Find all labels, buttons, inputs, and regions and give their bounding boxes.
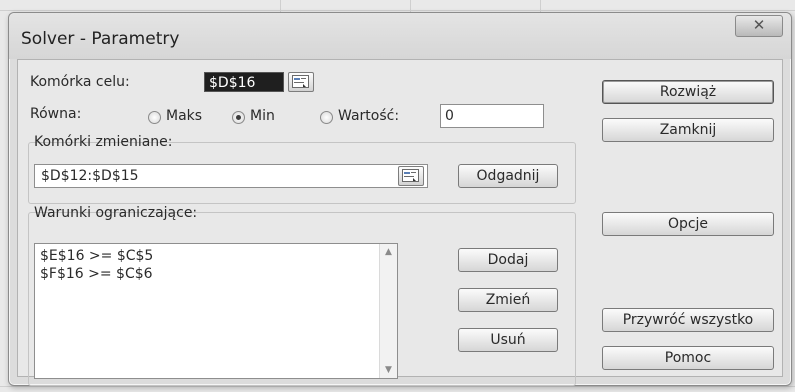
radio-min[interactable]	[232, 111, 245, 124]
add-constraint-button[interactable]: Dodaj	[458, 248, 558, 272]
target-cell-input[interactable]: $D$16	[204, 72, 284, 92]
radio-min-label: Min	[250, 108, 275, 124]
radio-max[interactable]	[148, 111, 161, 124]
reset-all-button[interactable]: Przywróć wszystko	[602, 308, 774, 332]
changing-cells-label: Komórki zmieniane:	[34, 134, 173, 150]
changing-collapse-button[interactable]	[398, 166, 424, 186]
scroll-up-icon[interactable]: ▲	[385, 247, 392, 257]
solver-dialog: Solver - Parametry ✕ Komórka celu: $D$16…	[8, 12, 792, 386]
title-bar: Solver - Parametry ✕	[9, 13, 791, 59]
collapse-dialog-icon	[292, 75, 309, 88]
list-item[interactable]: $F$16 >= $C$6	[40, 265, 392, 283]
close-button[interactable]: ✕	[735, 15, 783, 37]
equal-to-label: Równa:	[30, 106, 82, 122]
scrollbar[interactable]: ▲ ▼	[379, 244, 397, 378]
target-cell-label: Komórka celu:	[30, 74, 130, 90]
close-icon: ✕	[752, 16, 766, 34]
guess-button[interactable]: Odgadnij	[458, 164, 558, 188]
help-button[interactable]: Pomoc	[602, 346, 774, 370]
radio-value[interactable]	[320, 111, 333, 124]
list-item[interactable]: $E$16 >= $C$5	[40, 247, 392, 265]
delete-constraint-button[interactable]: Usuń	[458, 328, 558, 352]
scroll-down-icon[interactable]: ▼	[385, 365, 392, 375]
changing-cells-input[interactable]: $D$12:$D$15	[34, 164, 428, 188]
constraints-label: Warunki ograniczające:	[34, 205, 198, 221]
solve-button[interactable]: Rozwiąż	[602, 80, 774, 104]
change-constraint-button[interactable]: Zmień	[458, 288, 558, 312]
radio-max-label: Maks	[166, 108, 203, 124]
dialog-title: Solver - Parametry	[21, 29, 180, 49]
constraints-list[interactable]: $E$16 >= $C$5 $F$16 >= $C$6 ▲ ▼	[34, 243, 398, 379]
value-input[interactable]: 0	[440, 104, 544, 128]
target-collapse-button[interactable]	[288, 72, 314, 92]
collapse-dialog-icon	[402, 169, 419, 182]
options-button[interactable]: Opcje	[602, 212, 774, 236]
radio-value-label: Wartość:	[338, 108, 400, 124]
close-dialog-button[interactable]: Zamknij	[602, 118, 774, 142]
dialog-body: Komórka celu: $D$16 Równa: Maks Min Wart…	[17, 59, 783, 386]
